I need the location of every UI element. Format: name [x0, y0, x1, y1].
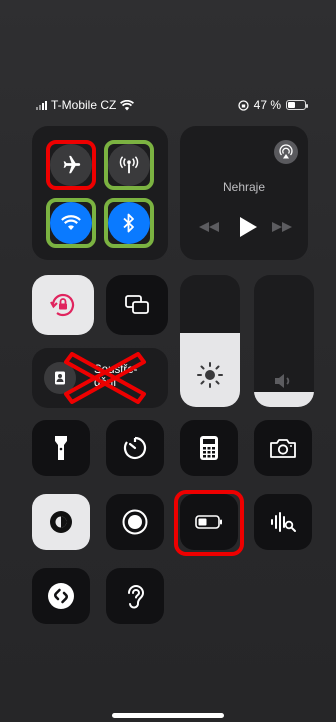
now-playing-label: Nehraje: [222, 180, 266, 194]
camera-button[interactable]: [254, 420, 312, 476]
rewind-icon[interactable]: [198, 220, 220, 234]
screen-record-icon: [122, 509, 148, 535]
play-icon[interactable]: [238, 216, 258, 238]
rotation-lock-icon: [50, 293, 75, 317]
volume-slider[interactable]: [254, 275, 314, 407]
carrier-label: T-Mobile CZ: [51, 98, 117, 112]
shazam-icon: [48, 583, 74, 609]
shazam-button[interactable]: [32, 568, 90, 624]
timer-icon: [123, 436, 147, 460]
wifi-highlight: [46, 198, 96, 248]
hearing-icon: [128, 585, 145, 609]
status-bar: T-Mobile CZ 47 %: [36, 96, 308, 114]
screen-mirroring-icon: [125, 295, 149, 314]
sun-icon: [197, 362, 223, 388]
dark-mode-button[interactable]: [32, 494, 90, 550]
screen-mirroring-button[interactable]: [106, 275, 168, 335]
wifi-status-icon: [120, 99, 135, 110]
forward-icon[interactable]: [271, 220, 293, 234]
hearing-button[interactable]: [106, 568, 164, 624]
brightness-slider[interactable]: [180, 275, 240, 407]
airplay-button[interactable]: [274, 140, 298, 164]
calculator-icon: [200, 436, 218, 460]
sound-recognition-icon: [271, 512, 296, 532]
calculator-button[interactable]: [180, 420, 238, 476]
home-indicator[interactable]: [112, 713, 224, 718]
orientation-lock-status-icon: [237, 99, 249, 111]
signal-icon: [36, 100, 47, 110]
speaker-icon: [275, 374, 290, 388]
screen-recording-button[interactable]: [106, 494, 164, 550]
airplane-mode-highlight: [46, 140, 96, 190]
cellular-highlight: [104, 140, 154, 190]
flashlight-button[interactable]: [32, 420, 90, 476]
flashlight-icon: [55, 436, 67, 460]
rotation-lock-button[interactable]: [32, 275, 94, 335]
bluetooth-highlight: [104, 198, 154, 248]
sound-recognition-button[interactable]: [254, 494, 312, 550]
volume-level: [254, 392, 314, 407]
battery-icon: [286, 100, 308, 110]
camera-icon: [270, 439, 296, 458]
focus-cross-out-mark: [64, 352, 146, 404]
dark-mode-icon: [50, 511, 72, 533]
low-power-mode-highlight: [174, 490, 244, 556]
airplay-icon: [279, 144, 293, 159]
battery-percentage: 47 %: [253, 98, 281, 112]
timer-button[interactable]: [106, 420, 164, 476]
